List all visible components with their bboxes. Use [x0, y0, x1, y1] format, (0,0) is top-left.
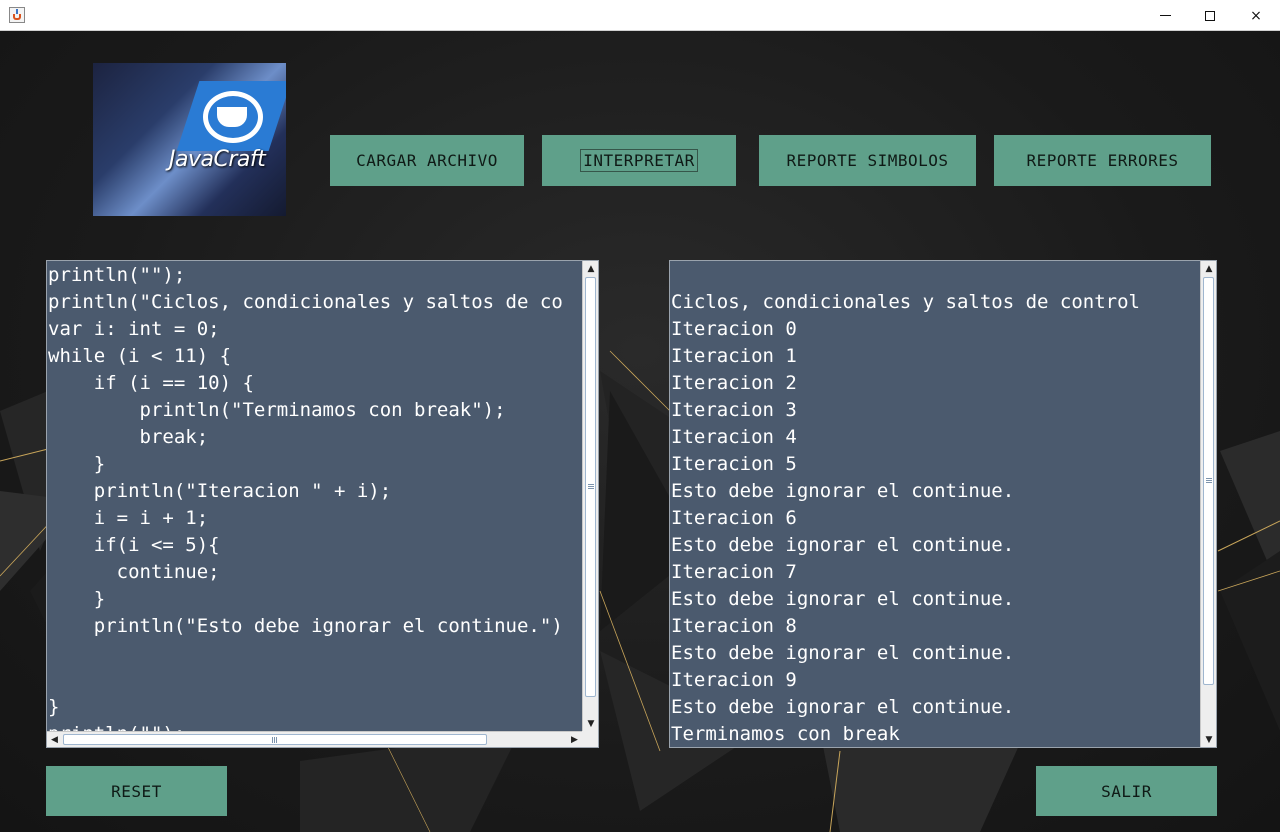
- scroll-down-icon[interactable]: ▼: [583, 716, 598, 731]
- editor-line: println("Ciclos, condicionales y saltos …: [48, 291, 563, 313]
- scroll-up-icon[interactable]: ▲: [583, 261, 598, 276]
- editor-line: println("");: [48, 721, 583, 731]
- close-icon: ×: [1250, 7, 1262, 24]
- minimize-icon: [1159, 15, 1171, 16]
- close-button[interactable]: ×: [1233, 0, 1279, 31]
- console-line: Iteracion 3: [671, 399, 797, 421]
- console-line: Iteracion 1: [671, 345, 797, 367]
- editor-line: println("");: [48, 264, 186, 286]
- console-line: Esto debe ignorar el continue.: [671, 588, 1015, 610]
- editor-vertical-thumb[interactable]: [585, 277, 596, 697]
- console-line: Esto debe ignorar el continue.: [671, 642, 1015, 664]
- code-editor-text[interactable]: println(""); println("Ciclos, condicional…: [48, 262, 583, 731]
- editor-line: continue;: [48, 561, 220, 583]
- scroll-left-icon[interactable]: ◀: [47, 732, 62, 747]
- console-line: Esto debe ignorar el continue.: [671, 480, 1015, 502]
- console-output-text: Ciclos, condicionales y saltos de contro…: [671, 262, 1201, 747]
- console-vertical-scrollbar[interactable]: ▲ ▼: [1200, 261, 1216, 747]
- code-editor[interactable]: println(""); println("Ciclos, condicional…: [46, 260, 599, 748]
- console-line: Iteracion 6: [671, 507, 797, 529]
- console-line: Iteracion 7: [671, 561, 797, 583]
- scroll-right-icon[interactable]: ▶: [567, 732, 582, 747]
- editor-horizontal-thumb[interactable]: [63, 734, 487, 745]
- console-line: Ciclos, condicionales y saltos de contro…: [671, 291, 1140, 313]
- window-titlebar: ×: [0, 0, 1280, 31]
- scroll-down-icon[interactable]: ▼: [1201, 732, 1216, 747]
- reset-button[interactable]: RESET: [46, 766, 227, 816]
- minimize-button[interactable]: [1142, 0, 1188, 31]
- editor-line: var i: int = 0;: [48, 318, 220, 340]
- console-output[interactable]: Ciclos, condicionales y saltos de contro…: [669, 260, 1217, 748]
- editor-line: }: [48, 453, 106, 475]
- logo-text: JavaCraft: [169, 147, 266, 172]
- console-line: Terminamos con break: [671, 723, 900, 745]
- reporte-simbolos-button[interactable]: REPORTE SIMBOLOS: [759, 135, 976, 186]
- editor-vertical-scrollbar[interactable]: ▲ ▼: [582, 261, 598, 731]
- console-line: Iteracion 4: [671, 426, 797, 448]
- maximize-icon: [1205, 10, 1215, 21]
- editor-line: println("Terminamos con break");: [48, 399, 506, 421]
- console-line: Iteracion 2: [671, 372, 797, 394]
- editor-line: i = i + 1;: [48, 507, 209, 529]
- cargar-archivo-button[interactable]: CARGAR ARCHIVO: [330, 135, 524, 186]
- reporte-errores-button[interactable]: REPORTE ERRORES: [994, 135, 1211, 186]
- console-line: Esto debe ignorar el continue.: [671, 534, 1015, 556]
- editor-line: while (i < 11) {: [48, 345, 232, 367]
- editor-line: println("Esto debe ignorar el continue."…: [48, 615, 563, 637]
- console-line: Iteracion 5: [671, 453, 797, 475]
- console-line: Iteracion 9: [671, 669, 797, 691]
- console-vertical-thumb[interactable]: [1203, 277, 1214, 685]
- salir-button[interactable]: SALIR: [1036, 766, 1217, 816]
- editor-horizontal-scrollbar[interactable]: ◀ ▶: [47, 731, 582, 747]
- editor-line: println("Iteracion " + i);: [48, 480, 392, 502]
- editor-line: if (i == 10) {: [48, 372, 254, 394]
- console-line: Iteracion 8: [671, 615, 797, 637]
- editor-line: }: [48, 588, 106, 610]
- java-cup-icon: [9, 7, 25, 23]
- maximize-button[interactable]: [1187, 0, 1233, 31]
- editor-line: if(i <= 5){: [48, 534, 220, 556]
- javacraft-logo: JavaCraft: [93, 63, 286, 216]
- console-line: Iteracion 0: [671, 318, 797, 340]
- interpretar-button[interactable]: INTERPRETAR: [542, 135, 736, 186]
- editor-line: }: [48, 696, 60, 718]
- editor-line: break;: [48, 426, 209, 448]
- console-line: Esto debe ignorar el continue.: [671, 696, 1015, 718]
- scroll-up-icon[interactable]: ▲: [1201, 261, 1216, 276]
